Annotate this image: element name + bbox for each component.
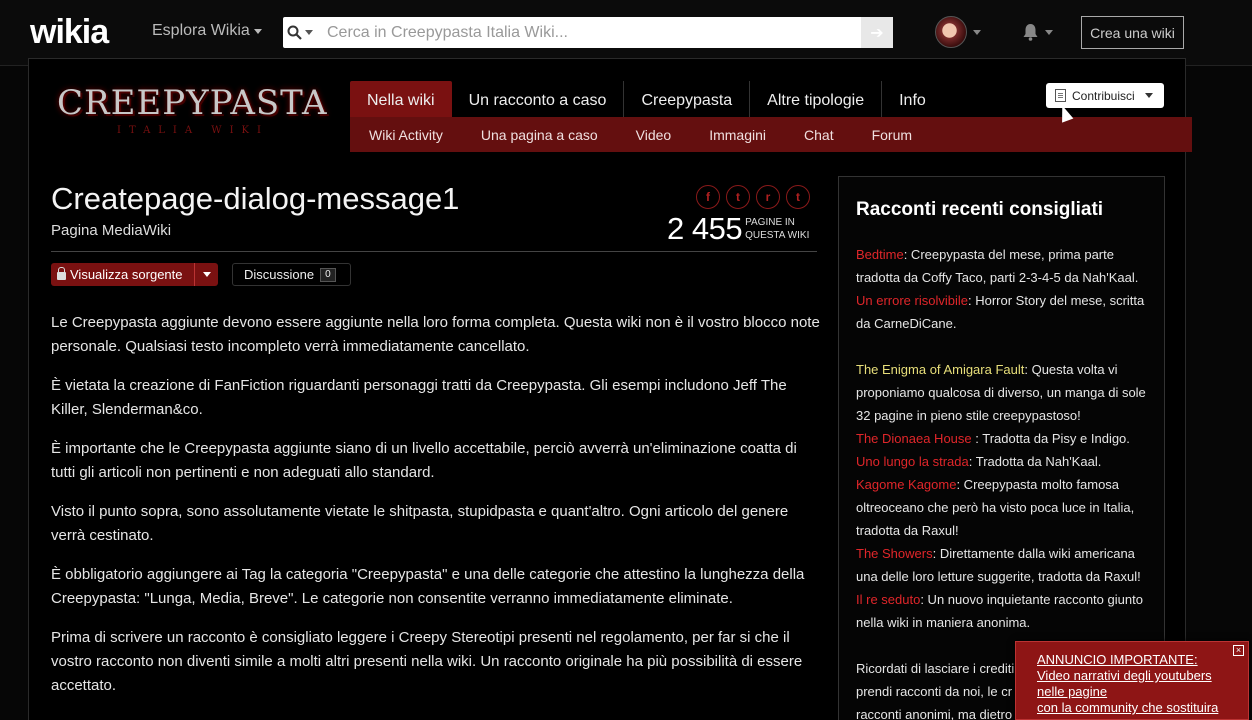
avatar bbox=[935, 16, 967, 48]
page-subtitle: Pagina MediaWiki bbox=[51, 222, 172, 239]
story-description: : Tradotta da Pisy e Indigo. bbox=[971, 431, 1130, 446]
wiki-tabs: Nella wiki Un racconto a caso Creepypast… bbox=[350, 81, 943, 121]
wiki-logo-subtext: ITALIA WIKI bbox=[117, 125, 269, 136]
subnav-chat[interactable]: Chat bbox=[785, 127, 853, 143]
subnav-video[interactable]: Video bbox=[617, 127, 691, 143]
list-item: Il re seduto: Un nuovo inquietante racco… bbox=[856, 588, 1147, 634]
subnav-wiki-activity[interactable]: Wiki Activity bbox=[350, 127, 462, 143]
search-input[interactable] bbox=[317, 23, 861, 42]
article-paragraph: È obbligatorio aggiungere ai Tag la cate… bbox=[51, 566, 805, 607]
user-menu[interactable] bbox=[935, 16, 981, 48]
search-icon bbox=[287, 25, 302, 40]
view-source-dropdown[interactable] bbox=[194, 263, 218, 286]
search-scope-dropdown[interactable] bbox=[283, 25, 317, 40]
page-title: Createpage-dialog-message1 bbox=[51, 181, 460, 216]
chevron-down-icon bbox=[1045, 29, 1053, 35]
view-source-label: Visualizza sorgente bbox=[70, 267, 183, 282]
page-container: CREEPYPASTA ITALIA WIKI Nella wiki Un ra… bbox=[28, 58, 1192, 720]
page-count-label-line2: QUESTA WIKI bbox=[745, 230, 810, 241]
list-item: Uno lungo la strada: Tradotta da Nah'Kaa… bbox=[856, 450, 1147, 473]
search-box: ➔ bbox=[283, 17, 893, 48]
discussion-button[interactable]: Discussione 0 bbox=[232, 263, 351, 286]
chevron-down-icon bbox=[253, 28, 262, 34]
chevron-down-icon bbox=[202, 272, 211, 277]
list-item: The Enigma of Amigara Fault: Questa volt… bbox=[856, 358, 1147, 427]
page-count-label: PAGINE IN QUESTA WIKI bbox=[745, 216, 809, 242]
page-count-number: 2 455 bbox=[667, 211, 743, 246]
right-rail-module: Racconti recenti consigliati Bedtime: Cr… bbox=[838, 176, 1165, 720]
facebook-icon[interactable]: f bbox=[696, 185, 720, 209]
explore-label: Esplora Wikia bbox=[152, 22, 250, 39]
tab-racconto-a-caso[interactable]: Un racconto a caso bbox=[452, 81, 625, 121]
story-link[interactable]: Un errore risolvibile bbox=[856, 293, 968, 308]
wiki-logo[interactable]: CREEPYPASTA ITALIA WIKI bbox=[57, 83, 327, 145]
search-submit-button[interactable]: ➔ bbox=[861, 17, 893, 48]
list-item: The Showers: Direttamente dalla wiki ame… bbox=[856, 542, 1147, 588]
tab-altre-tipologie[interactable]: Altre tipologie bbox=[750, 81, 883, 121]
announcement-line: nelle pagine bbox=[1037, 684, 1108, 699]
tab-creepypasta[interactable]: Creepypasta bbox=[624, 81, 751, 121]
subnav-immagini[interactable]: Immagini bbox=[690, 127, 785, 143]
lock-icon bbox=[57, 267, 66, 280]
list-item: Kagome Kagome: Creepypasta molto famosa … bbox=[856, 473, 1147, 542]
explore-wikia-menu[interactable]: Esplora Wikia bbox=[152, 22, 262, 40]
tumblr-icon[interactable]: t bbox=[786, 185, 810, 209]
announcement-line: Video narrativi degli youtubers bbox=[1037, 668, 1212, 683]
announcement-popup: × ANNUNCIO IMPORTANTE: Video narrativi d… bbox=[1015, 641, 1249, 720]
article-content: Le Creepypasta aggiunte devono essere ag… bbox=[51, 311, 821, 713]
notifications-menu[interactable] bbox=[1022, 23, 1053, 41]
subnav-pagina-a-caso[interactable]: Una pagina a caso bbox=[462, 127, 617, 143]
story-link[interactable]: The Showers bbox=[856, 546, 933, 561]
wikia-logo[interactable]: wikia bbox=[30, 14, 109, 50]
story-link[interactable]: Kagome Kagome bbox=[856, 477, 956, 492]
subnav-forum[interactable]: Forum bbox=[853, 127, 931, 143]
wiki-logo-text: CREEPYPASTA bbox=[57, 83, 328, 123]
contribute-label: Contribuisci bbox=[1072, 88, 1135, 103]
discussion-count-badge: 0 bbox=[320, 267, 336, 282]
list-item: The Dionaea House : Tradotta da Pisy e I… bbox=[856, 427, 1147, 450]
story-link[interactable]: The Dionaea House bbox=[856, 431, 972, 446]
story-link[interactable]: Il re seduto bbox=[856, 592, 920, 607]
rail-footer-line: racconti anonimi, ma dietro bbox=[856, 707, 1013, 720]
view-source-button[interactable]: Visualizza sorgente bbox=[51, 263, 218, 286]
announcement-line: ANNUNCIO IMPORTANTE: bbox=[1037, 652, 1198, 667]
create-wiki-button[interactable]: Crea una wiki bbox=[1081, 16, 1184, 49]
article-paragraph: È vietata la creazione di FanFiction rig… bbox=[51, 377, 787, 418]
article-paragraph: Prima di scrivere un racconto è consigli… bbox=[51, 629, 803, 694]
share-buttons: f t r t bbox=[696, 185, 810, 209]
page-count-label-line1: PAGINE IN bbox=[745, 217, 795, 228]
article-paragraph: Visto il punto sopra, sono assolutamente… bbox=[51, 503, 789, 544]
story-link[interactable]: The Enigma of Amigara Fault bbox=[856, 362, 1024, 377]
tab-nella-wiki[interactable]: Nella wiki bbox=[350, 81, 452, 121]
rail-footer-line: Ricordati di lasciare i crediti bbox=[856, 661, 1015, 676]
chevron-down-icon bbox=[973, 29, 981, 35]
chevron-down-icon bbox=[305, 30, 313, 35]
global-nav: wikia Esplora Wikia ➔ Crea una wiki bbox=[0, 0, 1252, 66]
story-link[interactable]: Bedtime bbox=[856, 247, 904, 262]
story-link[interactable]: Uno lungo la strada bbox=[856, 454, 969, 469]
article-paragraph: Le Creepypasta aggiunte devono essere ag… bbox=[51, 314, 820, 355]
list-item: Un errore risolvibile: Horror Story del … bbox=[856, 289, 1147, 335]
rail-footer-line: prendi racconti da noi, le cr bbox=[856, 684, 1013, 699]
wiki-subnav: Wiki Activity Una pagina a caso Video Im… bbox=[350, 117, 1192, 152]
reddit-icon[interactable]: r bbox=[756, 185, 780, 209]
document-icon bbox=[1055, 89, 1066, 102]
story-description: : Tradotta da Nah'Kaal. bbox=[968, 454, 1102, 469]
tab-info[interactable]: Info bbox=[882, 81, 943, 121]
announcement-link[interactable]: ANNUNCIO IMPORTANTE: Video narrativi deg… bbox=[1037, 652, 1238, 716]
chevron-down-icon bbox=[1144, 93, 1153, 98]
announcement-line: con la community che sostituira bbox=[1037, 700, 1219, 715]
discussion-label: Discussione bbox=[244, 267, 315, 282]
twitter-icon[interactable]: t bbox=[726, 185, 750, 209]
close-icon[interactable]: × bbox=[1233, 645, 1244, 656]
page-count: 2 455 PAGINE IN QUESTA WIKI bbox=[667, 211, 809, 247]
article-paragraph: È importante che le Creepypasta aggiunte… bbox=[51, 440, 797, 481]
arrow-right-icon: ➔ bbox=[870, 24, 884, 42]
list-item: Bedtime: Creepypasta del mese, prima par… bbox=[856, 243, 1147, 289]
rail-title: Racconti recenti consigliati bbox=[856, 199, 1104, 220]
divider bbox=[51, 251, 817, 252]
bell-icon bbox=[1023, 24, 1038, 41]
